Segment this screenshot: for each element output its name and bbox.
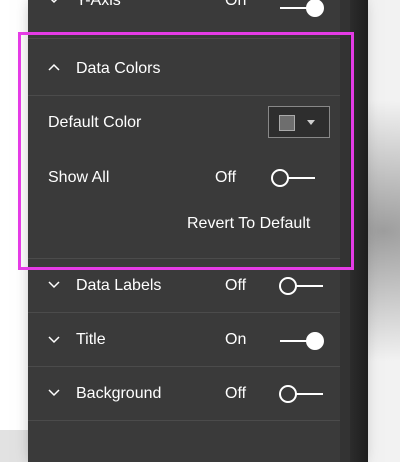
section-yaxis-label[interactable]: Y-Axis bbox=[76, 0, 121, 10]
color-swatch bbox=[279, 115, 295, 131]
toggle-yaxis[interactable] bbox=[280, 0, 324, 18]
divider bbox=[28, 420, 340, 421]
section-yaxis-state: On bbox=[225, 0, 247, 9]
toggle-title[interactable] bbox=[280, 331, 324, 351]
chevron-up-icon[interactable] bbox=[48, 62, 60, 74]
show-all-state: Off bbox=[215, 169, 237, 186]
chevron-down-icon[interactable] bbox=[48, 387, 60, 399]
toggle-show-all[interactable] bbox=[271, 168, 315, 188]
section-title-label[interactable]: Title bbox=[76, 331, 106, 349]
divider bbox=[28, 258, 340, 259]
chevron-down-icon[interactable] bbox=[48, 334, 60, 346]
chevron-down-icon[interactable] bbox=[48, 0, 60, 6]
default-color-picker[interactable] bbox=[268, 106, 330, 138]
section-data-labels-state: Off bbox=[225, 277, 247, 294]
revert-to-default-link[interactable]: Revert To Default bbox=[187, 215, 310, 233]
scrollbar[interactable] bbox=[340, 0, 350, 462]
pane-edge bbox=[350, 0, 368, 462]
section-background-label[interactable]: Background bbox=[76, 385, 161, 403]
divider bbox=[28, 366, 340, 367]
divider bbox=[28, 95, 340, 96]
section-data-labels-label[interactable]: Data Labels bbox=[76, 277, 161, 295]
dropdown-caret-icon bbox=[307, 120, 315, 125]
default-color-label: Default Color bbox=[48, 114, 142, 131]
canvas-background bbox=[0, 0, 28, 430]
show-all-label: Show All bbox=[48, 169, 110, 186]
canvas-edge bbox=[0, 292, 5, 304]
section-title-state: On bbox=[225, 331, 247, 348]
chevron-down-icon[interactable] bbox=[48, 279, 60, 291]
section-data-colors-title[interactable]: Data Colors bbox=[76, 60, 160, 78]
divider bbox=[28, 312, 340, 313]
divider bbox=[28, 38, 340, 39]
section-background-state: Off bbox=[225, 385, 247, 402]
toggle-data-labels[interactable] bbox=[279, 276, 323, 296]
toggle-background[interactable] bbox=[279, 384, 323, 404]
